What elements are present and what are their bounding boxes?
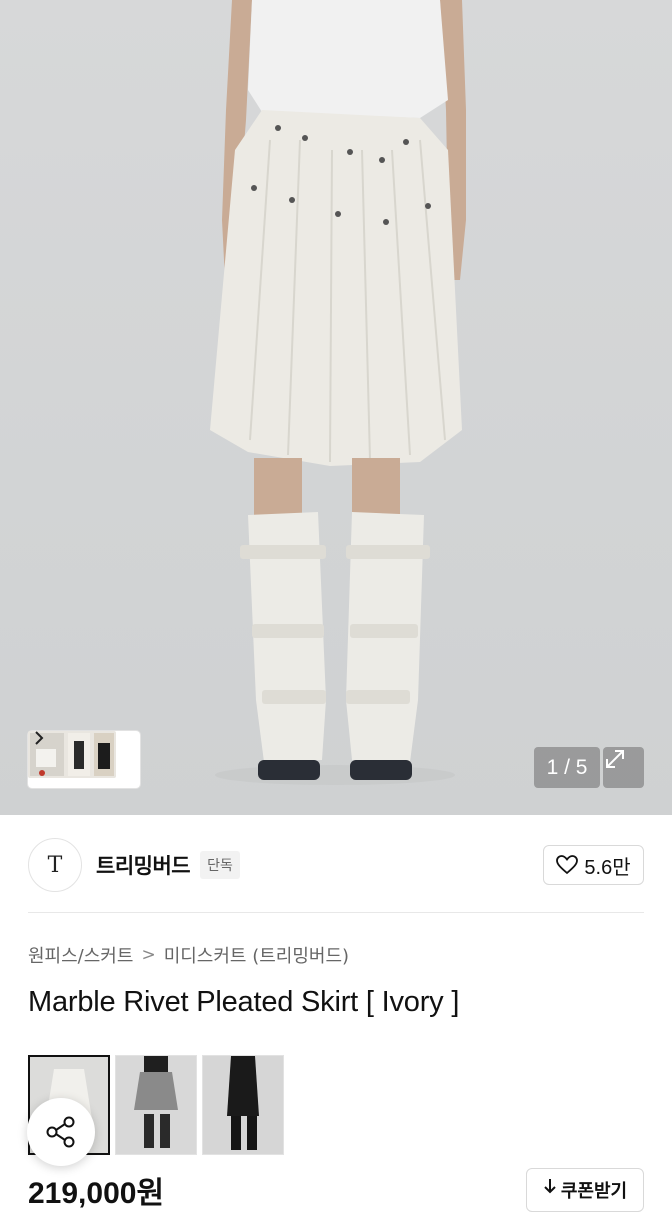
coupon-label: 쿠폰받기 (560, 1181, 628, 1202)
like-button[interactable]: 5.6만 (543, 845, 644, 885)
expand-button[interactable] (603, 747, 644, 788)
swatch-black-image (203, 1056, 283, 1154)
breadcrumb: 원피스/스커트 > 미디스커트 (트리밍버드) (28, 940, 349, 970)
lookbook-thumbnail-strip[interactable] (28, 731, 140, 788)
image-counter: 1 / 5 (534, 747, 600, 788)
breadcrumb-subcategory[interactable]: 미디스커트 (트리밍버드) (164, 942, 349, 968)
share-icon (46, 1116, 75, 1148)
brand-logo-text: T (47, 852, 63, 878)
breadcrumb-separator: > (141, 945, 156, 965)
like-count: 5.6만 (584, 856, 631, 879)
breadcrumb-category[interactable]: 원피스/스커트 (28, 942, 133, 968)
model-photo (210, 0, 466, 785)
product-price: 219,000원 (28, 1177, 165, 1210)
download-arrow-icon (544, 1179, 556, 1194)
swatch-black[interactable] (202, 1055, 284, 1155)
swatch-gray[interactable] (115, 1055, 197, 1155)
product-hero-image[interactable]: 1 / 5 (0, 0, 672, 815)
chevron-right-icon[interactable] (34, 731, 44, 745)
brand-logo[interactable]: T (28, 838, 82, 892)
brand-name[interactable]: 트리밍버드 (96, 850, 191, 880)
expand-icon (606, 750, 624, 768)
exclusive-badge: 단독 (200, 851, 240, 879)
divider (28, 912, 644, 913)
brand-row: T 트리밍버드 단독 5.6만 (28, 836, 644, 894)
share-button[interactable] (27, 1098, 95, 1166)
product-title: Marble Rivet Pleated Skirt [ Ivory ] (28, 986, 460, 1018)
swatch-gray-image (116, 1056, 196, 1154)
coupon-button[interactable]: 쿠폰받기 (526, 1168, 644, 1212)
heart-icon (556, 855, 579, 875)
